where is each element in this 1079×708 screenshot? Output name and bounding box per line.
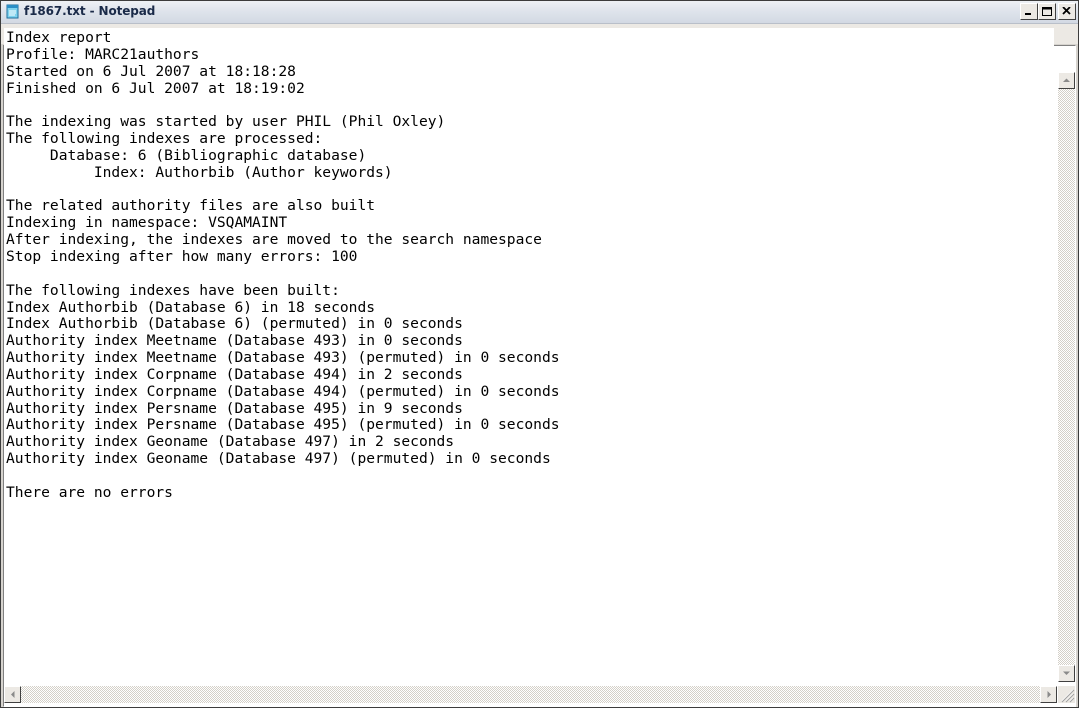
maximize-button[interactable] [1038, 3, 1056, 20]
title-bar[interactable]: f1867.txt - Notepad [1, 1, 1078, 24]
text-line: Index report [6, 29, 112, 46]
text-line: ​ [6, 182, 1054, 199]
scroll-down-button[interactable] [1058, 665, 1075, 682]
text-line: Authority index Corpname (Database 494) … [6, 365, 463, 383]
arrow-up-icon [1063, 78, 1070, 82]
minimize-button[interactable] [1020, 3, 1038, 20]
text-line: The following indexes are processed: [6, 130, 323, 148]
minimize-icon [1025, 13, 1031, 15]
text-line: Database: 6 (Bibliographic database) [6, 146, 367, 164]
scroll-left-button[interactable] [4, 686, 21, 703]
text-line: Finished on 6 Jul 2007 at 18:19:02 [6, 79, 305, 97]
text-line: Authority index Persname (Database 495) … [6, 399, 463, 417]
text-line: The indexing was started by user PHIL (P… [6, 113, 446, 131]
text-line: Profile: MARC21authors [6, 45, 200, 63]
text-line: The related authority files are also bui… [6, 197, 376, 215]
horizontal-scrollbar[interactable] [4, 686, 1057, 703]
text-line: Authority index Persname (Database 495) … [6, 416, 560, 434]
text-line: ​ [6, 266, 1054, 283]
text-line: Index: Authorbib (Author keywords) [6, 163, 393, 181]
scroll-up-button[interactable] [1058, 72, 1075, 89]
arrow-right-icon [1047, 691, 1051, 698]
text-line: The following indexes have been built: [6, 281, 340, 299]
vertical-scrollbar[interactable] [1058, 72, 1075, 682]
text-line: Indexing in namespace: VSQAMAINT [6, 214, 288, 232]
text-line: There are no errors [6, 483, 173, 501]
caption-buttons [1020, 3, 1076, 21]
text-line: Index Authorbib (Database 6) in 18 secon… [6, 298, 376, 316]
text-line: Authority index Corpname (Database 494) … [6, 382, 560, 400]
text-line: ​ [6, 97, 1054, 114]
text-line: Started on 6 Jul 2007 at 18:18:28 [6, 62, 296, 80]
text-line: Stop indexing after how many errors: 100 [6, 247, 358, 265]
text-line: Authority index Geoname (Database 497) (… [6, 450, 551, 468]
text-line: Index Authorbib (Database 6) (permuted) … [6, 315, 463, 333]
close-icon [1062, 7, 1071, 15]
arrow-down-icon [1063, 671, 1070, 675]
text-line: Authority index Meetname (Database 493) … [6, 332, 463, 350]
text-editor[interactable]: Index report Profile: MARC21authors Starte… [4, 28, 1054, 668]
text-line: ​ [6, 468, 1054, 485]
size-grip[interactable] [1058, 686, 1075, 703]
text-line: Authority index Geoname (Database 497) i… [6, 433, 455, 451]
close-button[interactable] [1058, 3, 1076, 20]
scroll-right-button[interactable] [1040, 686, 1057, 703]
size-grip-icon [1061, 689, 1075, 703]
notepad-icon [6, 4, 19, 19]
arrow-left-icon [11, 691, 15, 698]
text-line: After indexing, the indexes are moved to… [6, 231, 542, 249]
text-line: Authority index Meetname (Database 493) … [6, 349, 560, 367]
window-title: f1867.txt - Notepad [24, 4, 156, 18]
notepad-window: f1867.txt - Notepad File Edit [0, 0, 1079, 708]
maximize-icon [1042, 7, 1052, 16]
